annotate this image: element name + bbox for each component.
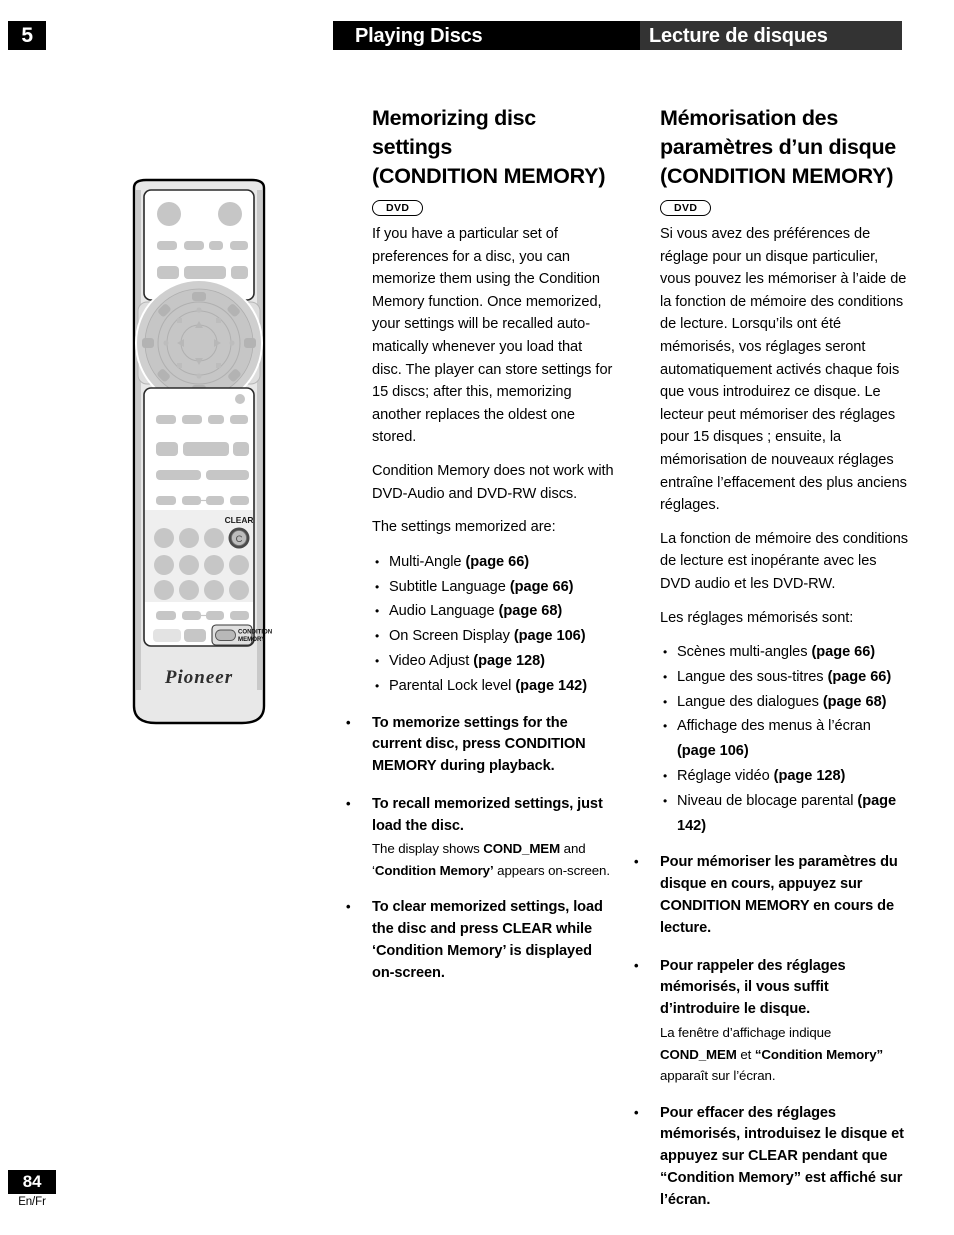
setting-label: Multi-Angle [389,553,466,570]
english-paragraph-1: If you have a particular set of preferen… [372,226,613,446]
section-title-french: Mémorisation des paramètres d’un disque … [660,104,910,191]
english-instructions-list: To memorize settings for the current dis… [337,711,614,985]
note-emphasis: COND_MEM [483,841,561,857]
setting-label: Scènes multi-angles [677,644,812,661]
setting-page-reference: (page 106) [513,628,586,645]
setting-label: On Screen Display [389,628,514,645]
setting-list-item: Parental Lock level (page 142) [372,674,614,699]
english-column: Memorizing disc settings (CONDITION MEMO… [346,104,614,1001]
header-title-french-text: Lecture de disques [649,25,828,47]
note-segment: appears on-screen. [493,862,610,878]
french-instructions-list: Pour mémoriser les paramètres du disque … [625,851,910,1212]
note-emphasis: Condition Memory’ [374,862,494,878]
chapter-number-badge: 5 [8,21,46,50]
setting-page-reference: (page 66) [811,644,876,661]
dvd-badge-english: DVD [372,200,424,216]
setting-list-item: Langue des sous-titres (page 66) [660,665,910,690]
setting-label: Subtitle Language [389,578,510,595]
instruction-bold-text: Pour rappeler des réglages mémorisés, il… [660,957,846,1018]
setting-list-item: Multi-Angle (page 66) [372,550,614,575]
section-title-french-line1: Mémorisation des [660,106,838,130]
setting-list-item: Audio Language (page 68) [372,599,614,624]
setting-page-reference: (page 106) [677,743,749,760]
english-paragraph-2: Condition Memory does not work with DVD-… [372,462,614,502]
note-emphasis: “Condition Memory” [754,1046,884,1062]
section-title-english-line1: Memorizing disc settings [372,106,536,159]
setting-label: Langue des dialogues [677,693,823,710]
header-title-english-text: Playing Discs [355,25,483,47]
setting-label: Affichage des menus à l’écran [677,718,871,735]
condition-memory-label-line1: CONDITION [238,628,272,635]
condition-memory-label-line2: MEMORY [238,636,265,643]
page-number: 84 [8,1170,56,1194]
note-emphasis: COND_MEM [660,1046,737,1062]
setting-page-reference: (page 128) [773,768,846,785]
setting-page-reference: (page 142) [515,677,588,694]
header-title-french: Lecture de disques [640,21,902,50]
instruction-note-text: The display shows COND_MEM and ‘Conditio… [372,838,614,881]
french-paragraph-1: Si vous avez des préférences de réglage … [660,226,907,514]
instruction-bold-text: Pour effacer des réglages mémorisés, int… [660,1104,904,1208]
instruction-list-item: To recall memorized settings, just load … [337,793,614,882]
pioneer-logo: Pioneer [164,667,233,688]
english-paragraph-3: The settings memorized are: [372,519,556,536]
setting-label: Audio Language [389,603,499,620]
english-settings-list: Multi-Angle (page 66)Subtitle Language (… [372,550,614,699]
footer-language-code: En/Fr [18,1196,46,1208]
header-title-english: Playing Discs [333,21,640,50]
setting-list-item: Affichage des menus à l’écran (page 106) [660,714,910,764]
instruction-note-text: La fenêtre d’affichage indique COND_MEM … [660,1022,910,1087]
setting-list-item: Scènes multi-angles (page 66) [660,640,910,665]
dvd-badge-french: DVD [660,200,712,216]
note-segment: The display shows [372,841,484,857]
instruction-list-item: Pour effacer des réglages mémorisés, int… [625,1102,910,1212]
instruction-list-item: Pour rappeler des réglages mémorisés, il… [625,955,910,1087]
instruction-list-item: Pour mémoriser les paramètres du disque … [625,851,910,939]
setting-page-reference: (page 128) [473,652,545,669]
page-header: 5 Playing Discs Lecture de disques [0,21,954,50]
page-footer: 84 En/Fr [8,1170,56,1210]
french-settings-list: Scènes multi-angles (page 66)Langue des … [660,640,910,838]
section-title-french-line3: (CONDITION MEMORY) [660,164,894,188]
french-column: Mémorisation des paramètres d’un disque … [634,104,910,1228]
setting-label: Parental Lock level [389,677,516,694]
setting-label: Réglage vidéo [677,768,774,785]
note-segment: et [736,1046,755,1062]
setting-page-reference: (page 66) [509,578,574,595]
instruction-bold-text: To memorize settings for the current dis… [372,714,586,775]
section-title-french-line2: paramètres d’un disque [660,135,896,159]
instruction-list-item: To clear memorized settings, load the di… [337,896,614,984]
setting-label: Video Adjust [389,652,474,669]
setting-list-item: Video Adjust (page 128) [372,649,614,674]
setting-list-item: Niveau de blocage parental (page 142) [660,789,910,839]
instruction-bold-text: Pour mémoriser les paramètres du disque … [660,854,898,936]
setting-page-reference: (page 68) [498,603,563,620]
setting-page-reference: (page 68) [822,693,887,710]
setting-label: Niveau de blocage parental [677,792,858,809]
french-paragraph-3: Les réglages mémorisés sont: [660,609,854,626]
instruction-list-item: To memorize settings for the current dis… [337,711,614,778]
setting-page-reference: (page 66) [465,553,530,570]
setting-list-item: On Screen Display (page 106) [372,624,614,649]
setting-list-item: Subtitle Language (page 66) [372,575,614,600]
remote-control-illustration: CLEAR C CONDITION MEMORY Pioneer [120,178,278,728]
note-segment: La fenêtre d’affichage indique [660,1025,832,1041]
clear-button-label: CLEAR [225,515,254,525]
instruction-bold-text: To clear memorized settings, load the di… [372,899,603,981]
setting-list-item: Réglage vidéo (page 128) [660,764,910,789]
setting-page-reference: (page 66) [827,668,892,685]
section-title-english: Memorizing disc settings (CONDITION MEMO… [372,104,614,191]
section-title-english-line2: (CONDITION MEMORY) [372,164,606,188]
french-paragraph-2: La fonction de mémoire des conditions de… [660,530,909,592]
setting-label: Langue des sous-titres [677,668,828,685]
instruction-bold-text: To recall memorized settings, just load … [372,795,603,834]
note-segment: apparaît sur l’écran. [660,1068,776,1084]
clear-button-glyph: C [236,534,243,545]
setting-list-item: Langue des dialogues (page 68) [660,690,910,715]
